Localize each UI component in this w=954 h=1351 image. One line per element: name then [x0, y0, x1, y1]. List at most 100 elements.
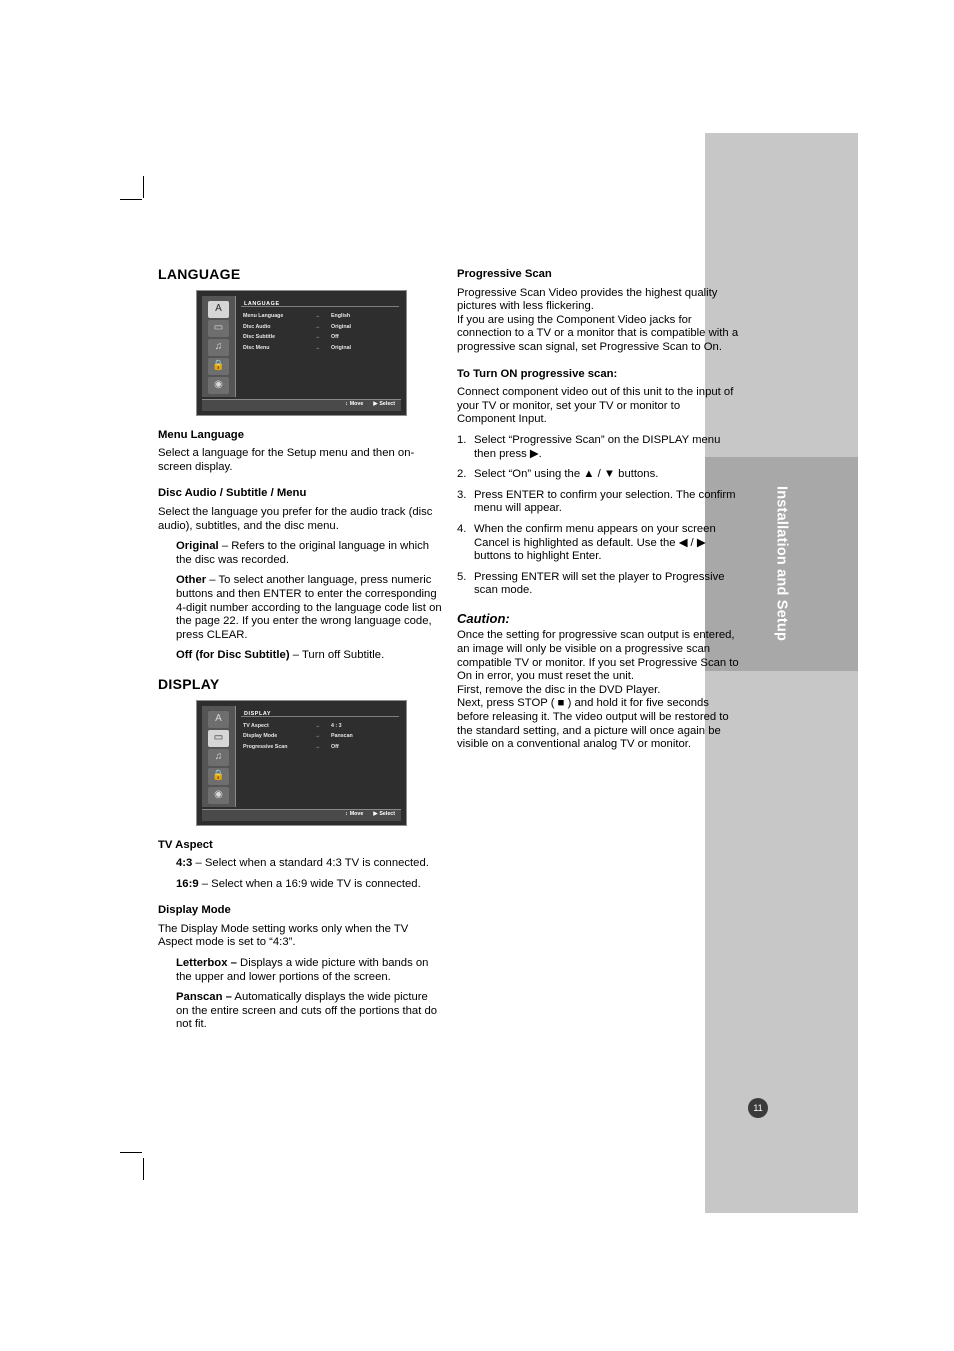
osd-row-value: Off: [331, 743, 339, 750]
step-text: Select “On” using the ▲ / ▼ buttons.: [474, 468, 659, 481]
panscan-term: Panscan –: [176, 991, 232, 1004]
heading-part-subtitle: Subtitle: [226, 487, 268, 500]
right-arrow-icon: ▶: [373, 811, 378, 818]
display-mode-heading: Display Mode: [158, 904, 231, 917]
osd-rows: TV Aspect → 4 : 3 Display Mode → Panscan…: [243, 722, 400, 754]
display-mode-body: The Display Mode setting works only when…: [158, 922, 409, 949]
display-osd-screenshot: A ▭ ♫ 🔒 ◉ DISPLAY TV Aspect → 4 : 3 Disp…: [196, 699, 407, 826]
list-item: 5. Pressing ENTER will set the player to …: [457, 571, 741, 598]
tv-aspect-heading: TV Aspect: [158, 838, 213, 851]
step-number: 5.: [457, 570, 467, 583]
step-number: 2.: [457, 468, 467, 481]
progressive-scan-para-1: Progressive Scan Video provides the high…: [457, 286, 718, 313]
turn-on-progressive-scan-heading: To Turn ON progressive scan:: [457, 367, 618, 380]
tv-aspect-43-body: – Select when a standard 4:3 TV is conne…: [192, 857, 429, 870]
crop-mark-bottom-left-h: [120, 1152, 142, 1153]
right-arrow-icon: ▶: [373, 401, 378, 408]
step-number: 1.: [457, 433, 467, 446]
updown-arrow-icon: ↕: [345, 401, 348, 408]
osd-footer-move: ↕ Move: [345, 401, 364, 408]
off-term: Off (for Disc Subtitle): [176, 649, 290, 662]
disc-audio-subtitle-menu-heading: Disc Audio / Subtitle / Menu: [158, 487, 442, 501]
osd-row-arrow: →: [315, 344, 321, 351]
heading-sep-1: /: [216, 487, 227, 500]
letterbox-term: Letterbox –: [176, 957, 237, 970]
original-definition: Original – Refers to the original langua…: [158, 540, 442, 567]
heading-part-menu: Menu: [276, 487, 307, 500]
lock-icon: 🔒: [208, 767, 229, 785]
tv-aspect-43: 4:3 – Select when a standard 4:3 TV is c…: [158, 857, 442, 871]
step-text: Press ENTER to confirm your selection. T…: [474, 488, 736, 515]
speaker-icon: ♫: [208, 338, 229, 356]
osd-title-divider: [241, 715, 399, 717]
osd-row-label: Progressive Scan: [243, 743, 288, 750]
osd-footer-bar: ↕ Move ▶ Select: [202, 398, 401, 411]
step-number: 4.: [457, 522, 467, 535]
off-definition: Off (for Disc Subtitle) – Turn off Subti…: [158, 649, 442, 663]
step-text: Pressing ENTER will set the player to Pr…: [474, 570, 725, 597]
caution-para-2: First, remove the disc in the DVD Player…: [457, 683, 661, 696]
page-number: 11: [748, 1098, 768, 1118]
osd-rows: Menu Language → English Disc Audio → Ori…: [243, 312, 400, 354]
language-icon: A: [208, 300, 229, 318]
osd-footer-move: ↕ Move: [345, 811, 364, 818]
progressive-scan-heading: Progressive Scan: [457, 268, 552, 280]
right-column: Progressive Scan Progressive Scan Video …: [457, 268, 741, 759]
caution-para-3: Next, press STOP ( ■ ) and hold it for f…: [457, 697, 729, 751]
osd-row-value: Original: [331, 344, 352, 351]
original-term: Original: [176, 540, 219, 553]
other-body: – To select another language, press nume…: [176, 574, 442, 641]
osd-row-label: Disc Menu: [243, 344, 270, 351]
disc-icon: ◉: [208, 376, 229, 394]
osd-icon-column: A ▭ ♫ 🔒 ◉: [202, 705, 236, 807]
other-definition: Other – To select another language, pres…: [158, 574, 442, 642]
disc-audio-body: Select the language you prefer for the a…: [158, 505, 433, 532]
tv-aspect-169-term: 16:9: [176, 877, 199, 890]
lock-icon: 🔒: [208, 357, 229, 375]
monitor-icon: ▭: [208, 319, 229, 337]
list-item: 2. Select “On” using the ▲ / ▼ buttons.: [457, 468, 741, 482]
osd-row: Progressive Scan → Off: [243, 743, 400, 754]
list-item: 4. When the confirm menu appears on your …: [457, 523, 741, 564]
language-icon: A: [208, 710, 229, 728]
turn-on-progressive-scan-body: Connect component video out of this unit…: [457, 386, 734, 426]
crop-mark-top-left-h: [120, 199, 142, 200]
language-section-heading: LANGUAGE: [158, 266, 241, 282]
monitor-icon: ▭: [208, 729, 229, 747]
osd-row: Disc Menu → Original: [243, 343, 400, 354]
step-number: 3.: [457, 488, 467, 501]
step-text: Select “Progressive Scan” on the DISPLAY…: [474, 433, 721, 460]
speaker-icon: ♫: [208, 748, 229, 766]
tv-aspect-43-term: 4:3: [176, 857, 193, 870]
osd-row-arrow: →: [315, 743, 321, 750]
osd-title-divider: [241, 305, 399, 307]
progressive-scan-para-2: If you are using the Component Video jac…: [457, 313, 739, 353]
caution-heading: Caution:: [457, 610, 510, 626]
off-body: – Turn off Subtitle.: [289, 649, 385, 662]
heading-part-disc-audio: Disc Audio: [158, 487, 217, 500]
menu-language-body: Select a language for the Setup menu and…: [158, 447, 415, 473]
progressive-scan-steps: 1. Select “Progressive Scan” on the DISPL…: [457, 434, 741, 598]
display-section-heading: DISPLAY: [158, 675, 220, 692]
heading-sep-2: /: [267, 487, 277, 500]
crop-mark-top-left: [143, 176, 144, 198]
left-column: LANGUAGE A ▭ ♫ 🔒 ◉ LANGUAGE Menu Languag…: [158, 266, 442, 1039]
list-item: 1. Select “Progressive Scan” on the DISPL…: [457, 434, 741, 461]
other-term: Other: [176, 574, 207, 587]
tv-aspect-169: 16:9 – Select when a 16:9 wide TV is con…: [158, 878, 442, 892]
updown-arrow-icon: ↕: [345, 811, 348, 818]
menu-language-heading: Menu Language: [158, 428, 244, 441]
caution-para-1: Once the setting for progressive scan ou…: [457, 629, 739, 683]
list-item: 3. Press ENTER to confirm your selection.…: [457, 489, 741, 516]
disc-icon: ◉: [208, 786, 229, 804]
tv-aspect-169-body: – Select when a 16:9 wide TV is connecte…: [198, 877, 421, 890]
panscan-definition: Panscan – Automatically displays the wid…: [158, 991, 442, 1032]
language-osd-screenshot: A ▭ ♫ 🔒 ◉ LANGUAGE Menu Language → Engli…: [196, 289, 407, 416]
osd-icon-column: A ▭ ♫ 🔒 ◉: [202, 295, 236, 397]
osd-footer-select: ▶ Select: [373, 811, 395, 818]
crop-mark-bottom-left: [143, 1158, 144, 1180]
step-text: When the confirm menu appears on your sc…: [474, 522, 716, 563]
osd-footer-bar: ↕ Move ▶ Select: [202, 808, 401, 821]
letterbox-definition: Letterbox – Displays a wide picture with…: [158, 957, 442, 984]
osd-footer-select: ▶ Select: [373, 401, 395, 408]
